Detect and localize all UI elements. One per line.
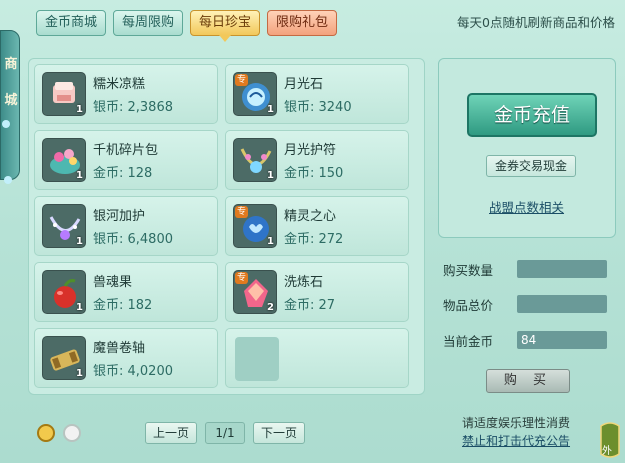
search-icon[interactable] — [37, 424, 55, 442]
anti-proxy-notice-link[interactable]: 禁止和打击代充公告 — [462, 432, 570, 450]
item-card[interactable]: 专 1 月光石 银币: 3240 — [225, 64, 409, 124]
tab-weekly-limited[interactable]: 每周限购 — [113, 10, 184, 36]
item-card[interactable]: 1 银河加护 银币: 6,4800 — [34, 196, 218, 256]
item-price: 金币: 272 — [284, 232, 344, 247]
spirit-heart-icon: 专 1 — [233, 204, 277, 248]
gold-recharge-button[interactable]: 金币充值 — [467, 93, 597, 137]
moon-amulet-icon: 1 — [233, 138, 277, 182]
item-price: 银币: 2,3868 — [93, 100, 173, 115]
item-card[interactable]: 专 2 洗炼石 金币: 27 — [225, 262, 409, 322]
tab-limited-gift[interactable]: 限购礼包 — [267, 10, 338, 36]
tab-daily-treasure[interactable]: 每日珍宝 — [190, 10, 261, 42]
refine-stone-icon: 专 2 — [233, 270, 277, 314]
item-card[interactable]: 1 魔兽卷轴 银币: 4,0200 — [34, 328, 218, 388]
page-indicator: 1/1 — [205, 422, 246, 444]
refresh-note: 每天0点随机刷新商品和价格 — [457, 15, 615, 30]
corner-badge-icon[interactable]: 外 — [597, 420, 623, 460]
recharge-box: 金币充值 金券交易现金 战盟点数相关 — [438, 58, 616, 238]
item-name: 洗炼石 — [284, 275, 324, 290]
current-gold-value: 84 — [517, 331, 607, 349]
bottom-left-icons — [37, 424, 81, 442]
item-card[interactable]: 专 1 精灵之心 金币: 272 — [225, 196, 409, 256]
item-name: 兽魂果 — [93, 275, 133, 290]
alliance-points-link[interactable]: 战盟点数相关 — [489, 197, 564, 216]
purchase-panel: 金币充值 金券交易现金 战盟点数相关 购买数量 物品总价 当前金币 84 购 买 — [438, 58, 616, 398]
side-char-1: 商 — [4, 57, 18, 72]
prev-page-button[interactable]: 上一页 — [145, 422, 198, 444]
item-card[interactable]: 1 兽魂果 金币: 182 — [34, 262, 218, 322]
buy-button[interactable]: 购 买 — [486, 369, 570, 393]
item-name: 千机碎片包 — [93, 143, 159, 158]
item-price: 银币: 4,0200 — [93, 364, 173, 379]
current-gold-label: 当前金币 — [443, 334, 494, 349]
notice-text: 请适度娱乐理性消费 禁止和打击代充公告 — [462, 414, 570, 450]
item-price: 银币: 6,4800 — [93, 232, 173, 247]
notice-line-1: 请适度娱乐理性消费 — [462, 416, 571, 430]
side-tab-shop[interactable]: 商 城 — [0, 30, 20, 180]
buy-quantity-label: 购买数量 — [443, 263, 494, 278]
item-card[interactable]: 1 糯米凉糕 银币: 2,3868 — [34, 64, 218, 124]
empty-slot-placeholder — [235, 337, 279, 381]
pearl-icon[interactable] — [63, 424, 81, 442]
buy-quantity-field[interactable] — [517, 260, 607, 278]
scroll-icon: 1 — [42, 336, 86, 380]
beast-fruit-icon: 1 — [42, 270, 86, 314]
tab-gold-shop[interactable]: 金币商城 — [36, 10, 107, 36]
shop-window: 商 城 金币商城 每周限购 每日珍宝 限购礼包 每天0点随机刷新商品和价格 1 … — [0, 0, 625, 463]
side-gem-icon — [2, 120, 10, 128]
side-gem-icon — [4, 176, 12, 184]
galaxy-necklace-icon: 1 — [42, 204, 86, 248]
item-price: 金币: 27 — [284, 298, 336, 313]
fragment-pack-icon: 1 — [42, 138, 86, 182]
item-name: 魔兽卷轴 — [93, 341, 146, 356]
item-price: 金币: 128 — [93, 166, 153, 181]
item-price: 金币: 182 — [93, 298, 153, 313]
item-price: 金币: 150 — [284, 166, 344, 181]
item-name: 银河加护 — [93, 209, 146, 224]
total-price-label: 物品总价 — [443, 298, 494, 313]
item-grid: 1 糯米凉糕 银币: 2,3868 专 1 月光石 银币: 3240 1 千机碎… — [28, 58, 425, 395]
empty-item-slot — [225, 328, 409, 388]
item-name: 精灵之心 — [284, 209, 337, 224]
shop-tabs: 金币商城 每周限购 每日珍宝 限购礼包 — [36, 10, 338, 42]
total-price-field — [517, 295, 607, 313]
next-page-button[interactable]: 下一页 — [253, 422, 306, 444]
item-name: 月光石 — [284, 77, 324, 92]
item-card[interactable]: 1 千机碎片包 金币: 128 — [34, 130, 218, 190]
side-char-2: 城 — [4, 93, 18, 108]
rice-cake-icon: 1 — [42, 72, 86, 116]
moonstone-icon: 专 1 — [233, 72, 277, 116]
item-name: 月光护符 — [284, 143, 337, 158]
pager: 上一页 1/1 下一页 — [145, 422, 306, 444]
item-card[interactable]: 1 月光护符 金币: 150 — [225, 130, 409, 190]
corner-badge-label: 外 — [602, 446, 612, 457]
voucher-exchange-button[interactable]: 金券交易现金 — [486, 155, 576, 177]
item-price: 银币: 3240 — [284, 100, 352, 115]
item-name: 糯米凉糕 — [93, 77, 146, 92]
